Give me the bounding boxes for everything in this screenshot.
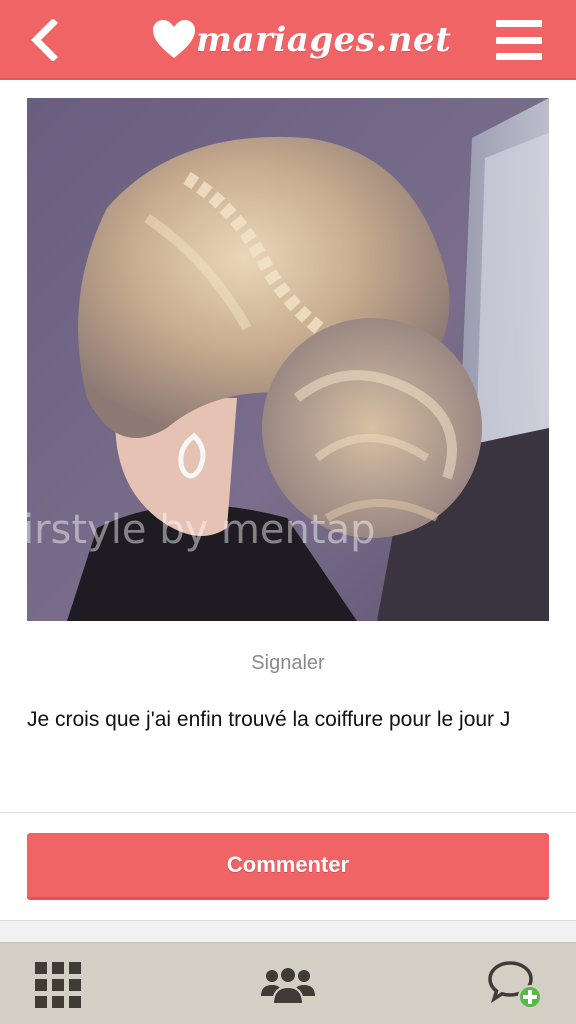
back-button[interactable] [22, 14, 66, 66]
grid-icon [35, 962, 81, 1008]
nav-community-button[interactable] [258, 957, 318, 1013]
logo-text: mariages.net [196, 20, 452, 60]
comment-button[interactable]: Commenter [27, 833, 549, 900]
nav-new-chat-button[interactable] [486, 957, 546, 1013]
heart-icon [153, 20, 195, 58]
nav-grid-button[interactable] [28, 957, 88, 1013]
site-logo[interactable]: mariages.net [150, 10, 451, 70]
bottom-nav [0, 942, 576, 1024]
image-watermark: irstyle by mentap [27, 507, 375, 553]
post-text: Je crois que j'ai enfin trouvé la coiffu… [27, 708, 511, 731]
top-bar: mariages.net [0, 0, 576, 80]
hairstyle-image: irstyle by mentap [27, 98, 549, 621]
menu-line [496, 36, 542, 44]
hamburger-menu-icon [496, 20, 542, 27]
menu-line [496, 53, 542, 60]
report-link[interactable]: Signaler [0, 652, 576, 675]
post-card: irstyle by mentap Signaler Je crois que … [0, 80, 576, 813]
post-photo[interactable]: irstyle by mentap [27, 98, 549, 621]
chevron-left-icon [31, 19, 58, 61]
comment-section: Commenter [0, 813, 576, 921]
menu-button[interactable] [496, 20, 542, 60]
new-chat-icon [488, 961, 542, 1009]
community-group-icon [261, 966, 315, 1005]
